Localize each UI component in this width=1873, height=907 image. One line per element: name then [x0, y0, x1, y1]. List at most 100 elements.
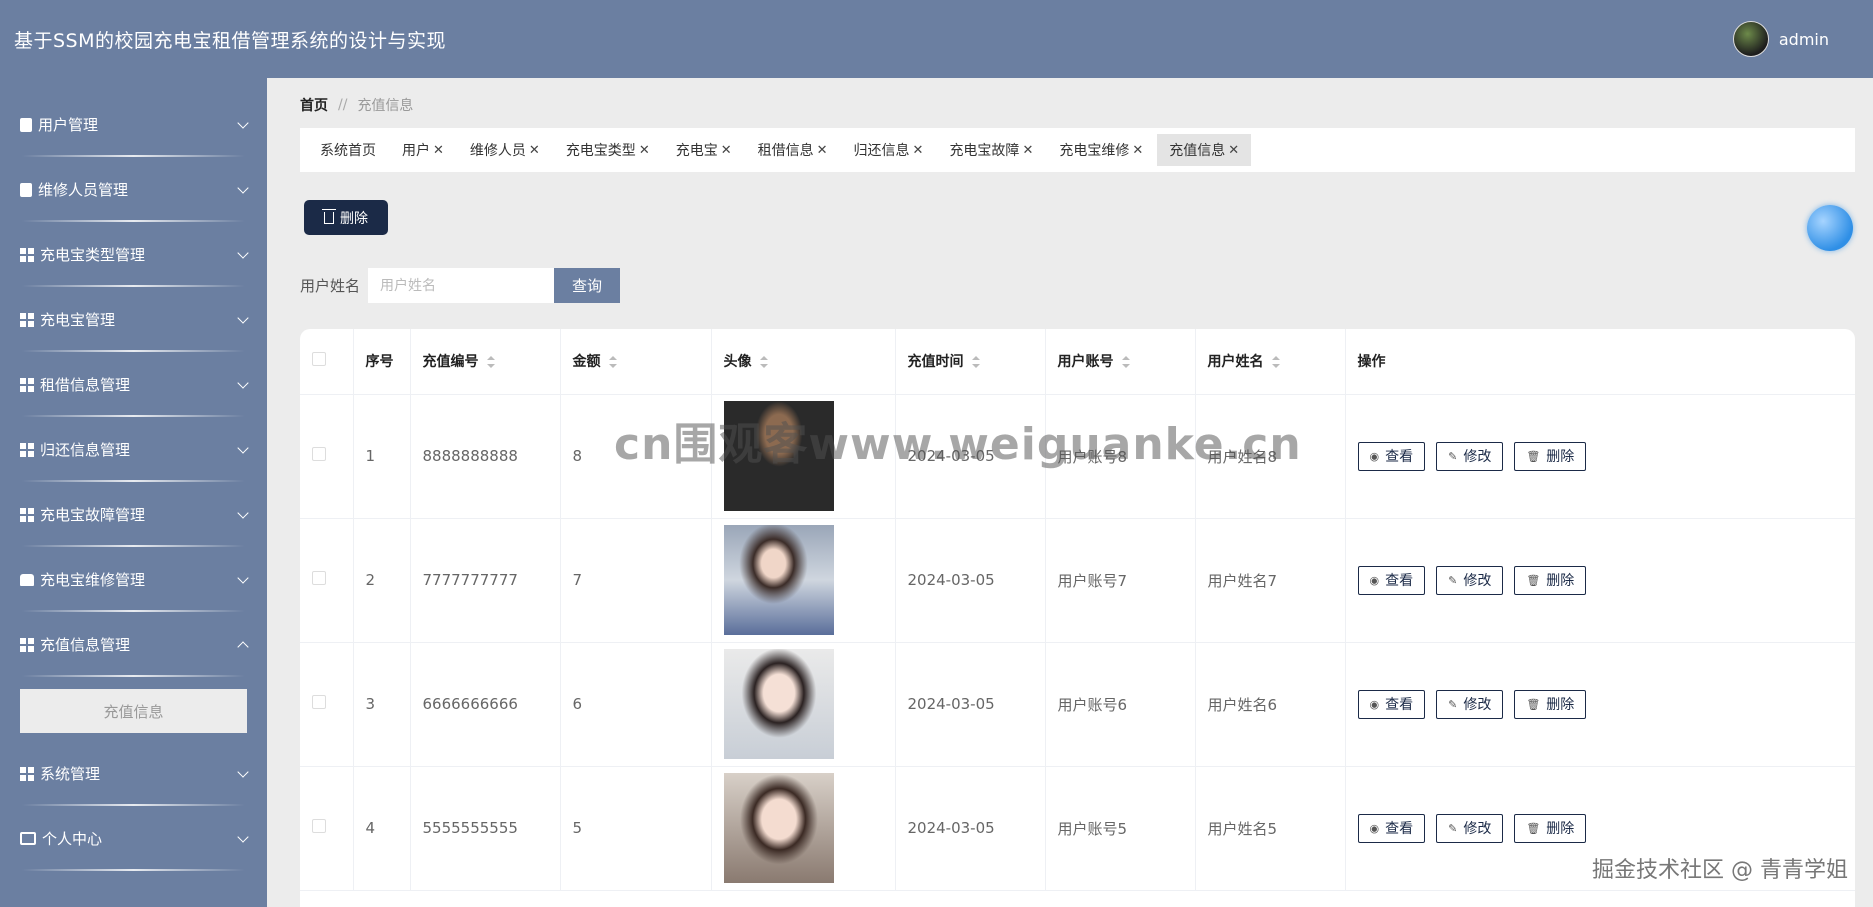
edit-button[interactable]: ✎ 修改	[1436, 565, 1504, 595]
column-header[interactable]: 充值时间	[895, 329, 1046, 395]
sidebar-item-fault-management[interactable]: 充电宝故障管理	[0, 482, 267, 547]
tab-repair[interactable]: 充电宝维修 ✕	[1047, 134, 1155, 166]
search-input[interactable]	[368, 268, 555, 303]
select-all-checkbox[interactable]	[312, 352, 326, 367]
sidebar-item-user-management[interactable]: 用户管理	[0, 92, 267, 157]
tab-fault[interactable]: 充电宝故障 ✕	[937, 134, 1045, 166]
chevron-down-icon	[237, 830, 249, 843]
close-icon[interactable]: ✕	[1022, 143, 1033, 158]
close-icon[interactable]: ✕	[913, 143, 924, 158]
column-header[interactable]: 用户账号	[1045, 329, 1196, 395]
close-icon[interactable]: ✕	[1132, 143, 1143, 158]
delete-button[interactable]: 🗑 删除	[1514, 565, 1587, 595]
chevron-up-icon	[237, 640, 249, 653]
tab-powerbank[interactable]: 充电宝 ✕	[664, 134, 744, 166]
column-header[interactable]: 金额	[560, 329, 712, 395]
delete-button[interactable]: 🗑 删除	[1514, 813, 1587, 843]
column-header[interactable]: 充值编号	[410, 329, 561, 395]
sort-icon[interactable]	[1271, 356, 1280, 369]
tab-recharge-info[interactable]: 充值信息 ✕	[1157, 134, 1252, 166]
edit-button[interactable]: ✎ 修改	[1436, 813, 1504, 843]
sidebar-item-powerbank-management[interactable]: 充电宝管理	[0, 287, 267, 352]
tab-label: 租借信息	[757, 143, 814, 159]
chevron-down-icon	[237, 246, 249, 259]
username[interactable]: admin	[1779, 30, 1829, 49]
close-icon[interactable]: ✕	[817, 143, 828, 158]
grid-icon	[20, 247, 34, 262]
edit-button[interactable]: ✎ 修改	[1436, 689, 1504, 719]
cell-time: 2024-03-05	[895, 394, 1046, 519]
close-icon[interactable]: ✕	[529, 143, 540, 158]
sidebar-item-label: 归还信息管理	[40, 441, 131, 459]
view-button[interactable]: ◉ 查看	[1357, 441, 1426, 471]
eye-icon: ◉	[1369, 573, 1380, 587]
close-icon[interactable]: ✕	[433, 143, 444, 158]
sidebar-item-personal-center[interactable]: 个人中心	[0, 806, 267, 871]
delete-button[interactable]: 🗑 删除	[1514, 441, 1587, 471]
row-checkbox[interactable]	[312, 447, 326, 461]
batch-delete-button[interactable]: 删除	[304, 200, 388, 235]
view-button[interactable]: ◉ 查看	[1357, 813, 1426, 843]
column-header[interactable]: 头像	[711, 329, 896, 395]
trash-icon: 🗑	[1526, 573, 1541, 587]
tab-return[interactable]: 归还信息 ✕	[842, 134, 936, 166]
sidebar-item-system-management[interactable]: 系统管理	[0, 741, 267, 806]
floating-action-icon[interactable]	[1807, 205, 1853, 251]
row-checkbox[interactable]	[312, 571, 326, 585]
sort-icon[interactable]	[971, 356, 980, 369]
table-row: 1 8888888888 8 2024-03-05 用户账号8 用户姓名8 ◉ 查…	[300, 394, 1855, 519]
sidebar-item-powerbank-type-management[interactable]: 充电宝类型管理	[0, 222, 267, 287]
sort-icon[interactable]	[486, 356, 495, 369]
sidebar-item-rental-management[interactable]: 租借信息管理	[0, 352, 267, 417]
cell-index: 2	[353, 518, 411, 643]
grid-icon	[20, 766, 34, 781]
edit-icon: ✎	[1448, 821, 1458, 835]
grid-icon	[20, 442, 34, 457]
tab-label: 用户	[402, 143, 430, 159]
user-menu[interactable]: admin	[1732, 21, 1829, 57]
sort-icon[interactable]	[608, 356, 617, 369]
card-icon	[20, 832, 36, 845]
delete-button[interactable]: 🗑 删除	[1514, 689, 1587, 719]
edit-icon: ✎	[1448, 697, 1458, 711]
sidebar-item-repair-management[interactable]: 充电宝维修管理	[0, 547, 267, 612]
sort-icon[interactable]	[1121, 356, 1130, 369]
cell-account: 用户账号8	[1045, 394, 1196, 519]
close-icon[interactable]: ✕	[721, 143, 732, 158]
tab-home[interactable]: 系统首页	[308, 134, 388, 166]
avatar-photo	[723, 773, 834, 883]
search-button[interactable]: 查询	[554, 268, 621, 303]
sidebar-item-repair-staff-management[interactable]: 维修人员管理	[0, 157, 267, 222]
tab-label: 充电宝故障	[949, 143, 1020, 159]
edit-button[interactable]: ✎ 修改	[1436, 441, 1504, 471]
box-icon	[20, 573, 34, 586]
edit-icon: ✎	[1448, 573, 1458, 587]
sidebar-item-label: 用户管理	[38, 116, 99, 134]
chevron-down-icon	[237, 571, 249, 584]
row-checkbox[interactable]	[312, 819, 326, 833]
table-row: 2 7777777777 7 2024-03-05 用户账号7 用户姓名7 ◉ 查…	[300, 518, 1855, 643]
submenu-recharge: 充值信息	[0, 677, 267, 741]
sidebar-item-label: 维修人员管理	[38, 181, 129, 199]
cell-amount: 8	[560, 394, 712, 519]
sidebar-item-recharge-management[interactable]: 充值信息管理	[0, 612, 267, 677]
sidebar-item-return-management[interactable]: 归还信息管理	[0, 417, 267, 482]
tab-rental[interactable]: 租借信息 ✕	[746, 134, 840, 166]
row-checkbox[interactable]	[312, 695, 326, 709]
avatar[interactable]	[1732, 21, 1769, 57]
tab-bar: 系统首页 用户 ✕ 维修人员 ✕ 充电宝类型 ✕ 充电宝 ✕ 租借信息 ✕ 归还信息 ✕ 充…	[300, 128, 1855, 172]
search-label: 用户姓名	[300, 277, 361, 295]
submenu-item-recharge-info[interactable]: 充值信息	[20, 689, 247, 733]
cell-index: 3	[353, 642, 411, 767]
view-button[interactable]: ◉ 查看	[1357, 565, 1426, 595]
tab-powerbank-type[interactable]: 充电宝类型 ✕	[554, 134, 662, 166]
sort-icon[interactable]	[759, 356, 768, 369]
breadcrumb-home[interactable]: 首页	[300, 95, 328, 115]
column-header: 序号	[353, 329, 411, 395]
column-header[interactable]: 用户姓名	[1195, 329, 1346, 395]
tab-user[interactable]: 用户 ✕	[390, 134, 456, 166]
tab-repair-staff[interactable]: 维修人员 ✕	[458, 134, 552, 166]
close-icon[interactable]: ✕	[639, 143, 650, 158]
view-button[interactable]: ◉ 查看	[1357, 689, 1426, 719]
close-icon[interactable]: ✕	[1228, 143, 1239, 158]
